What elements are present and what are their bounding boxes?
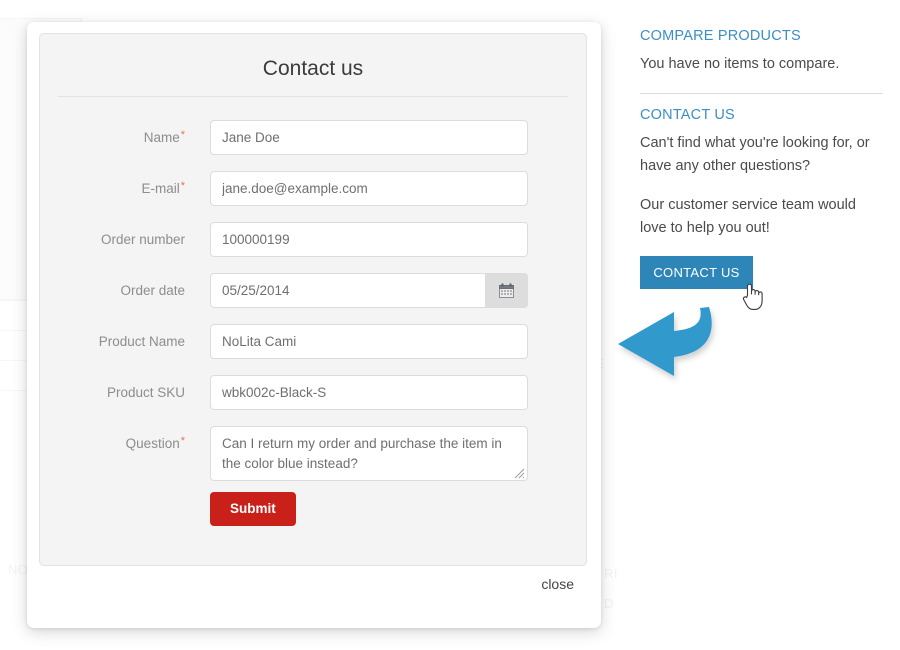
- form-row-submit: Submit: [40, 488, 586, 538]
- contact-us-heading: CONTACT US: [640, 107, 735, 123]
- required-asterisk: *: [180, 129, 185, 141]
- field-wrap-name: [210, 120, 528, 155]
- form-row-email: E-mail*: [40, 171, 586, 222]
- name-input[interactable]: [210, 120, 528, 155]
- order-number-input[interactable]: [210, 222, 528, 257]
- background-ghost-text: NO: [8, 562, 29, 577]
- title-divider: [58, 96, 568, 97]
- compare-products-heading: COMPARE PRODUCTS: [640, 28, 801, 44]
- close-link[interactable]: close: [541, 576, 574, 592]
- order-date-input[interactable]: [210, 273, 485, 308]
- question-textarea[interactable]: Can I return my order and purchase the i…: [210, 426, 528, 481]
- contact-us-text-primary: Can't find what you're looking for, or h…: [640, 135, 870, 174]
- calendar-picker-button[interactable]: [485, 273, 528, 308]
- label-order-number-text: Order number: [100, 232, 185, 247]
- background-ghost-text: RI: [604, 566, 618, 581]
- field-wrap-product-name: [210, 324, 528, 359]
- field-wrap-product-sku: [210, 375, 528, 410]
- calendar-icon: [486, 283, 527, 298]
- product-name-input[interactable]: [210, 324, 528, 359]
- field-wrap-order-number: [210, 222, 528, 257]
- modal-form-panel: Contact us Name* E-mail*: [39, 33, 587, 566]
- left-arrow-annotation-icon: [608, 300, 738, 390]
- label-order-date-text: Order date: [120, 283, 185, 298]
- page-root: NO RI D E Contact us Name*: [0, 0, 900, 650]
- field-wrap-order-date: [210, 273, 528, 308]
- label-order-date: Order date: [40, 283, 185, 298]
- label-product-sku: Product SKU: [40, 385, 185, 400]
- label-question-text: Question: [125, 436, 180, 451]
- field-wrap-email: [210, 171, 528, 206]
- contact-us-text-secondary: Our customer service team would love to …: [640, 197, 856, 236]
- form-row-question: Question* Can I return my order and purc…: [40, 426, 586, 488]
- form-row-product-name: Product Name: [40, 324, 586, 375]
- background-ghost-text: D: [604, 596, 614, 611]
- compare-products-text: You have no items to compare.: [640, 56, 840, 72]
- label-email-text: E-mail: [141, 181, 180, 196]
- form-row-product-sku: Product SKU: [40, 375, 586, 426]
- label-product-name-text: Product Name: [98, 334, 185, 349]
- sidebar-divider: [640, 93, 883, 94]
- required-asterisk: *: [180, 180, 185, 192]
- label-product-sku-text: Product SKU: [106, 385, 185, 400]
- field-wrap-question: Can I return my order and purchase the i…: [210, 426, 528, 481]
- page-title: Contact us: [262, 57, 364, 80]
- contact-form: Name* E-mail*: [40, 120, 586, 538]
- email-input[interactable]: [210, 171, 528, 206]
- form-row-order-number: Order number: [40, 222, 586, 273]
- label-question: Question*: [40, 435, 185, 452]
- label-product-name: Product Name: [40, 334, 185, 349]
- label-order-number: Order number: [40, 232, 185, 247]
- form-row-name: Name*: [40, 120, 586, 171]
- contact-us-button[interactable]: CONTACT US: [640, 256, 753, 289]
- form-row-order-date: Order date: [40, 273, 586, 324]
- label-name: Name*: [40, 129, 185, 146]
- product-sku-input[interactable]: [210, 375, 528, 410]
- label-email: E-mail*: [40, 180, 185, 197]
- submit-button[interactable]: Submit: [210, 492, 296, 526]
- contact-us-modal: Contact us Name* E-mail*: [27, 22, 601, 628]
- required-asterisk: *: [180, 435, 185, 447]
- label-name-text: Name: [143, 130, 180, 145]
